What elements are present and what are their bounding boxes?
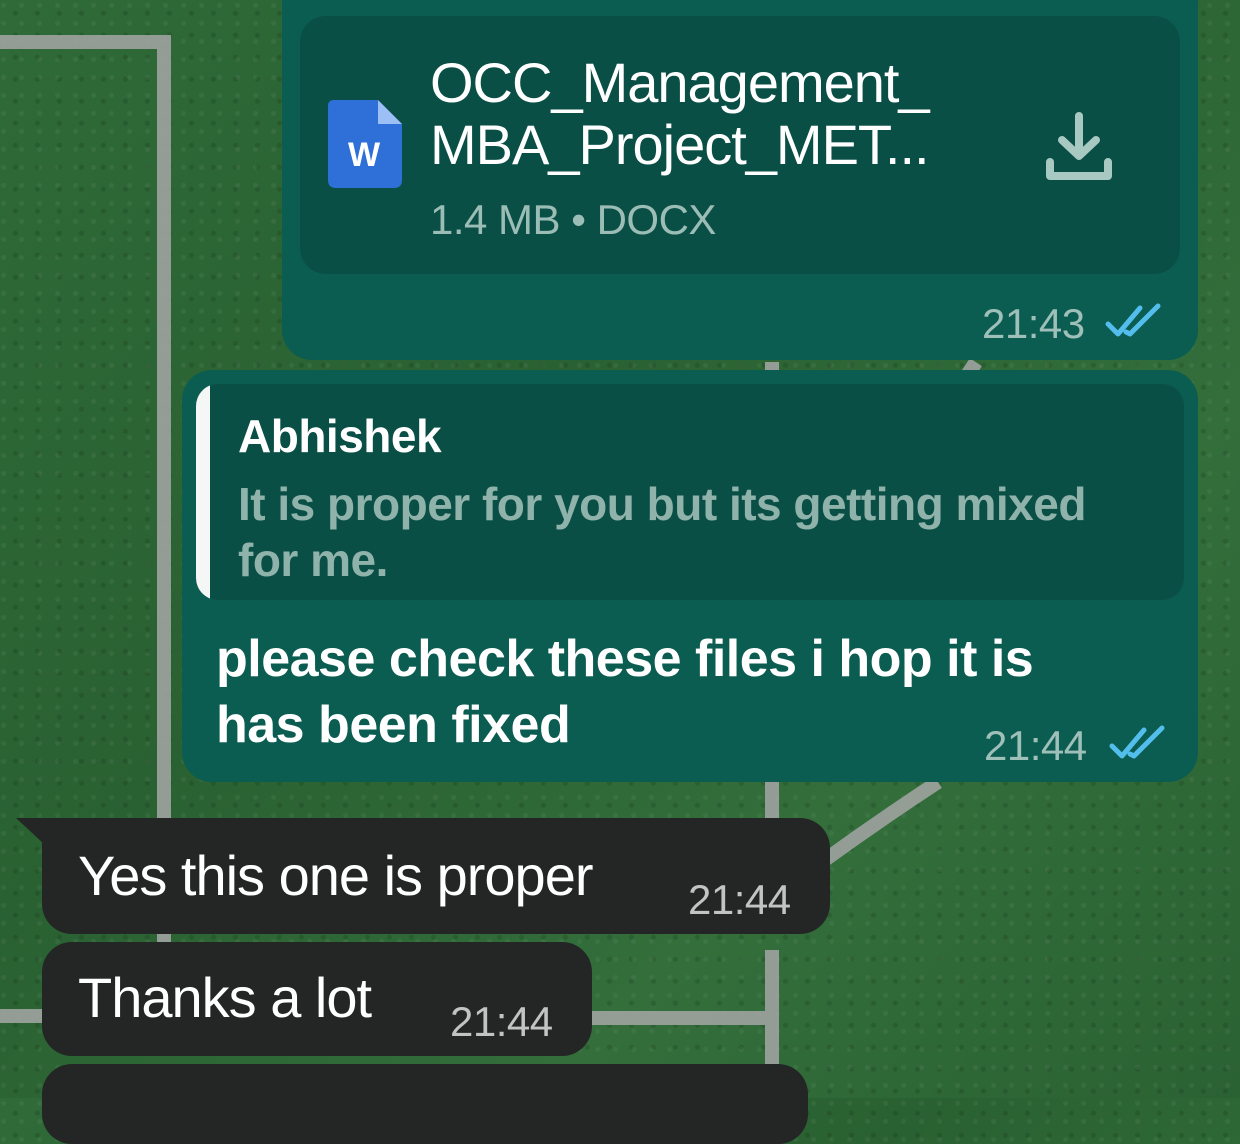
- svg-text:W: W: [348, 136, 381, 174]
- outgoing-reply-message[interactable]: Abhishek It is proper for you but its ge…: [182, 370, 1198, 782]
- message-text: Thanks a lot: [78, 966, 372, 1029]
- quote-accent-bar: [196, 384, 210, 600]
- bubble-tail: [16, 818, 44, 844]
- message-text: please check these files i hop it is has…: [216, 630, 1034, 754]
- document-file-name: OCC_Management_ MBA_Project_MET...: [430, 51, 930, 176]
- message-timestamp: 21:44: [450, 998, 553, 1045]
- quoted-text: It is proper for you but its getting mix…: [238, 478, 1086, 586]
- incoming-message[interactable]: [42, 1064, 808, 1144]
- message-timestamp: 21:44: [688, 876, 791, 923]
- double-check-read-icon: [1105, 303, 1161, 337]
- quoted-message[interactable]: Abhishek It is proper for you but its ge…: [196, 384, 1184, 600]
- document-attachment-card[interactable]: W OCC_Management_ MBA_Project_MET... 1.4…: [300, 16, 1180, 274]
- message-text: Yes this one is proper: [78, 844, 593, 907]
- incoming-message[interactable]: Thanks a lot 21:44: [42, 942, 592, 1056]
- quoted-author: Abhishek: [238, 410, 442, 462]
- message-timestamp: 21:44: [984, 722, 1087, 769]
- incoming-message[interactable]: Yes this one is proper 21:44: [42, 818, 830, 934]
- message-timestamp: 21:43: [982, 300, 1085, 347]
- download-icon[interactable]: [1042, 110, 1116, 190]
- document-file-meta: 1.4 MB • DOCX: [430, 196, 716, 243]
- word-doc-icon: W: [328, 100, 402, 188]
- outgoing-document-message[interactable]: W OCC_Management_ MBA_Project_MET... 1.4…: [282, 0, 1198, 360]
- double-check-read-icon: [1109, 725, 1165, 759]
